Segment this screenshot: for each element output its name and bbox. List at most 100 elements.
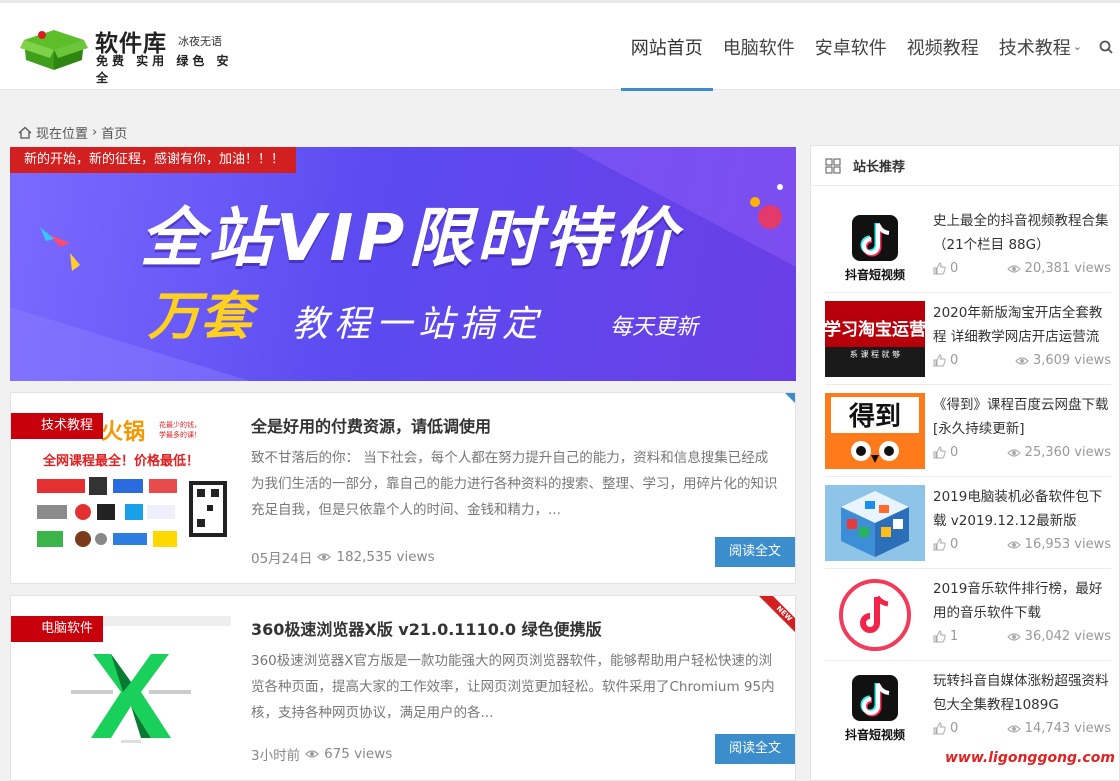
views-count: 20,381 views: [1024, 261, 1111, 276]
recommend-item[interactable]: 抖音短视频 史上最全的抖音视频教程合集（21个栏目 88G） 0 20,381 …: [825, 209, 1111, 293]
thumbs-up-icon: [933, 446, 946, 459]
svg-text:抖音短视频: 抖音短视频: [845, 727, 905, 742]
recommend-views: 16,953 views: [1006, 537, 1111, 552]
recommend-title[interactable]: 2020年新版淘宝开店全套教程 详细教学网店开店运营流: [933, 301, 1111, 349]
post-title[interactable]: 360极速浏览器X版 v21.0.1110.0 绿色便携版: [251, 616, 602, 640]
svg-text:学最多的课！: 学最多的课！: [159, 430, 201, 439]
banner-headline: 全站VIP限时特价: [140, 202, 681, 276]
views-count: 36,042 views: [1024, 629, 1111, 644]
promo-banner[interactable]: 新的开始，新的征程，感谢有你，加油！！！ 全站VIP限时特价 万套 教程一站搞定…: [10, 147, 796, 381]
recommend-thumbnail[interactable]: 学习淘宝运营 系 课 程 就 够: [825, 301, 925, 377]
nav-home[interactable]: 网站首页: [620, 3, 713, 91]
nav-label: 网站首页: [630, 37, 703, 59]
nav-label: 技术教程: [998, 37, 1071, 59]
box-logo-icon: [20, 30, 88, 70]
recommend-likes: 0: [933, 353, 958, 368]
category-tag[interactable]: 技术教程: [10, 413, 104, 439]
recommend-item[interactable]: 2019电脑装机必备软件包下载 v2019.12.12最新版 0 16,953 …: [825, 485, 1111, 569]
thumbs-up-icon: [933, 538, 946, 551]
breadcrumb-home-link[interactable]: 首页: [101, 123, 127, 142]
nav-video-tutorials[interactable]: 视频教程: [897, 3, 989, 90]
search-button[interactable]: [1092, 3, 1120, 90]
recommend-thumbnail[interactable]: [825, 485, 925, 561]
tiktok-logo-image: 抖音短视频: [825, 669, 925, 745]
recommend-likes: 0: [933, 537, 958, 552]
banner-wan: 万套: [148, 287, 253, 347]
eye-icon: [1006, 724, 1021, 733]
post-title[interactable]: 全是好用的付费资源，请低调使用: [251, 413, 491, 437]
svg-text:花最少的钱，: 花最少的钱，: [159, 420, 201, 429]
post-date: 05月24日: [251, 551, 313, 567]
site-tags: 免费 实用 绿色 安全: [96, 54, 233, 85]
recommend-views: 20,381 views: [1006, 261, 1111, 276]
thumbs-up-icon: [933, 262, 946, 275]
eye-icon: [1006, 632, 1021, 641]
likes-count: 0: [950, 721, 959, 736]
recommend-item[interactable]: 抖音短视频 玩转抖音自媒体涨粉超强资料包大全集教程1089G 0 14,743 …: [825, 669, 1111, 753]
sidebar-title: 站长推荐: [853, 160, 906, 175]
svg-text:全网课程最全！价格最低！: 全网课程最全！价格最低！: [42, 453, 199, 469]
main-nav: 网站首页 电脑软件 安卓软件 视频教程 技术教程 ⌄: [620, 3, 1120, 91]
post-excerpt: 致不甘落后的你： 当下社会，每个人都在努力提升自己的能力，资料和信息搜集已经成为…: [251, 450, 778, 518]
eye-icon: [317, 553, 332, 561]
recommend-title[interactable]: 史上最全的抖音视频教程合集（21个栏目 88G）: [933, 209, 1111, 257]
nav-label: 视频教程: [906, 37, 979, 59]
recommend-item[interactable]: 得到 《得到》课程百度云网盘下载[永久持续更新] 0 25,360 views: [825, 393, 1111, 477]
sidebar-recommend: 站长推荐 抖音短视频 史上最全的抖音视频教程合集（21个栏目 88G） 0 20…: [810, 145, 1120, 781]
corner-marker: [785, 393, 795, 403]
app-cube-image: [825, 485, 925, 561]
likes-count: 0: [950, 353, 959, 368]
site-logo[interactable]: 软件库 冰夜无语 免费 实用 绿色 安全: [20, 21, 240, 85]
site-subtitle: 冰夜无语: [178, 35, 222, 48]
recommend-likes: 0: [933, 721, 958, 736]
site-watermark: www.ligonggong.com: [945, 750, 1115, 766]
likes-count: 1: [950, 629, 959, 644]
recommend-thumbnail[interactable]: 抖音短视频: [825, 669, 925, 745]
recommend-item[interactable]: 2019音乐软件排行榜，最好用的音乐软件下载 1 36,042 views: [825, 577, 1111, 661]
read-more-button[interactable]: 阅读全文: [715, 537, 795, 567]
likes-count: 0: [950, 537, 959, 552]
recommend-thumbnail[interactable]: [825, 577, 925, 653]
thumbs-up-icon: [933, 722, 946, 735]
eye-icon: [1015, 356, 1029, 365]
nav-label: 电脑软件: [722, 37, 795, 59]
read-more-button[interactable]: 阅读全文: [715, 734, 795, 764]
recommend-item[interactable]: 学习淘宝运营 系 课 程 就 够 2020年新版淘宝开店全套教程 详细教学网店开…: [825, 301, 1111, 385]
recommend-views: 14,743 views: [1006, 721, 1111, 736]
post-card: 火锅 花最少的钱， 学最多的课！ 全网课程最全！价格最低！ 技术教程 全是好用的…: [10, 392, 796, 584]
nav-android-software[interactable]: 安卓软件: [805, 3, 897, 90]
recommend-title[interactable]: 2019音乐软件排行榜，最好用的音乐软件下载: [933, 577, 1111, 625]
recommend-likes: 1: [933, 629, 958, 644]
recommend-title[interactable]: 玩转抖音自媒体涨粉超强资料包大全集教程1089G: [933, 669, 1111, 717]
site-header: 软件库 冰夜无语 免费 实用 绿色 安全 网站首页 电脑软件 安卓软件 视频教程…: [0, 3, 1120, 91]
views-count: 16,953 views: [1024, 537, 1111, 552]
post-views: 675 views: [324, 746, 393, 762]
dedao-owl-image: 得到: [825, 393, 925, 469]
nav-tech-tutorials[interactable]: 技术教程 ⌄: [989, 3, 1092, 90]
recommend-thumbnail[interactable]: 抖音短视频: [825, 209, 925, 285]
recommend-views: 3,609 views: [1015, 353, 1111, 368]
svg-text:得到: 得到: [848, 402, 901, 432]
sidebar-header: 站长推荐: [811, 146, 1119, 186]
new-badge: NEW: [759, 596, 795, 632]
views-count: 14,743 views: [1024, 721, 1111, 736]
category-tag[interactable]: 电脑软件: [10, 616, 104, 642]
tiktok-logo-image: 抖音短视频: [825, 209, 925, 285]
eye-icon: [1006, 448, 1021, 457]
breadcrumb-current: 现在位置: [36, 127, 89, 142]
post-views: 182,535 views: [336, 549, 435, 565]
recommend-likes: 0: [933, 445, 958, 460]
grid-icon: [825, 158, 841, 173]
likes-count: 0: [950, 445, 959, 460]
notice-bar[interactable]: 新的开始，新的征程，感谢有你，加油！！！: [10, 147, 297, 173]
recommend-thumbnail[interactable]: 得到: [825, 393, 925, 469]
svg-text:学习淘宝运营: 学习淘宝运营: [825, 319, 925, 340]
nav-pc-software[interactable]: 电脑软件: [713, 3, 805, 90]
recommend-title[interactable]: 《得到》课程百度云网盘下载[永久持续更新]: [933, 393, 1111, 441]
likes-count: 0: [950, 261, 959, 276]
recommend-title[interactable]: 2019电脑装机必备软件包下载 v2019.12.12最新版: [933, 485, 1111, 533]
recommend-views: 25,360 views: [1006, 445, 1111, 460]
taobao-course-image: 学习淘宝运营 系 课 程 就 够: [825, 301, 925, 377]
post-card: 电脑软件 360极速浏览器X版 v21.0.1110.0 绿色便携版 360极速…: [10, 595, 796, 781]
views-count: 3,609 views: [1032, 353, 1111, 368]
